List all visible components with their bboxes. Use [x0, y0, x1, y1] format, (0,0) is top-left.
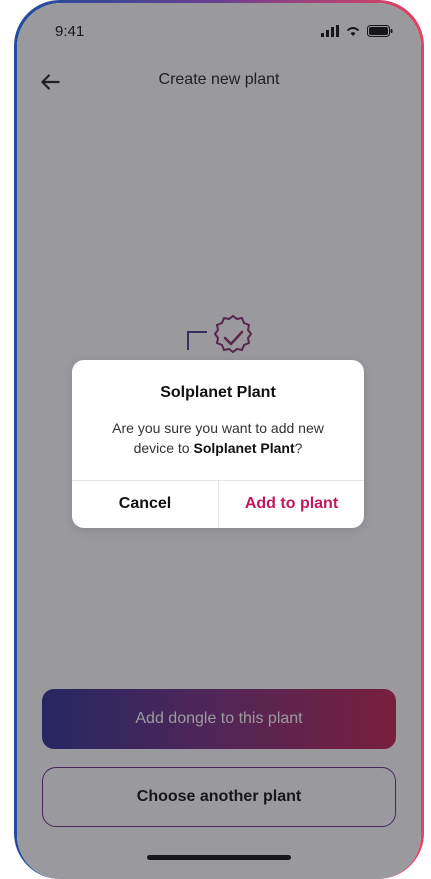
device-frame: 9:41 Create new plant Add dongle to this…	[0, 0, 431, 879]
dialog-message: Are you sure you want to add new device …	[92, 418, 344, 458]
add-to-plant-button[interactable]: Add to plant	[219, 480, 364, 528]
phone-screen: 9:41 Create new plant Add dongle to this…	[17, 3, 421, 879]
screen: 9:41 Create new plant Add dongle to this…	[17, 3, 421, 879]
dialog-message-plant-name: Solplanet Plant	[193, 440, 295, 456]
cancel-button[interactable]: Cancel	[72, 480, 218, 528]
dialog-message-suffix: ?	[294, 440, 303, 456]
confirm-dialog: Solplanet Plant Are you sure you want to…	[72, 360, 364, 528]
dialog-title: Solplanet Plant	[160, 384, 276, 401]
